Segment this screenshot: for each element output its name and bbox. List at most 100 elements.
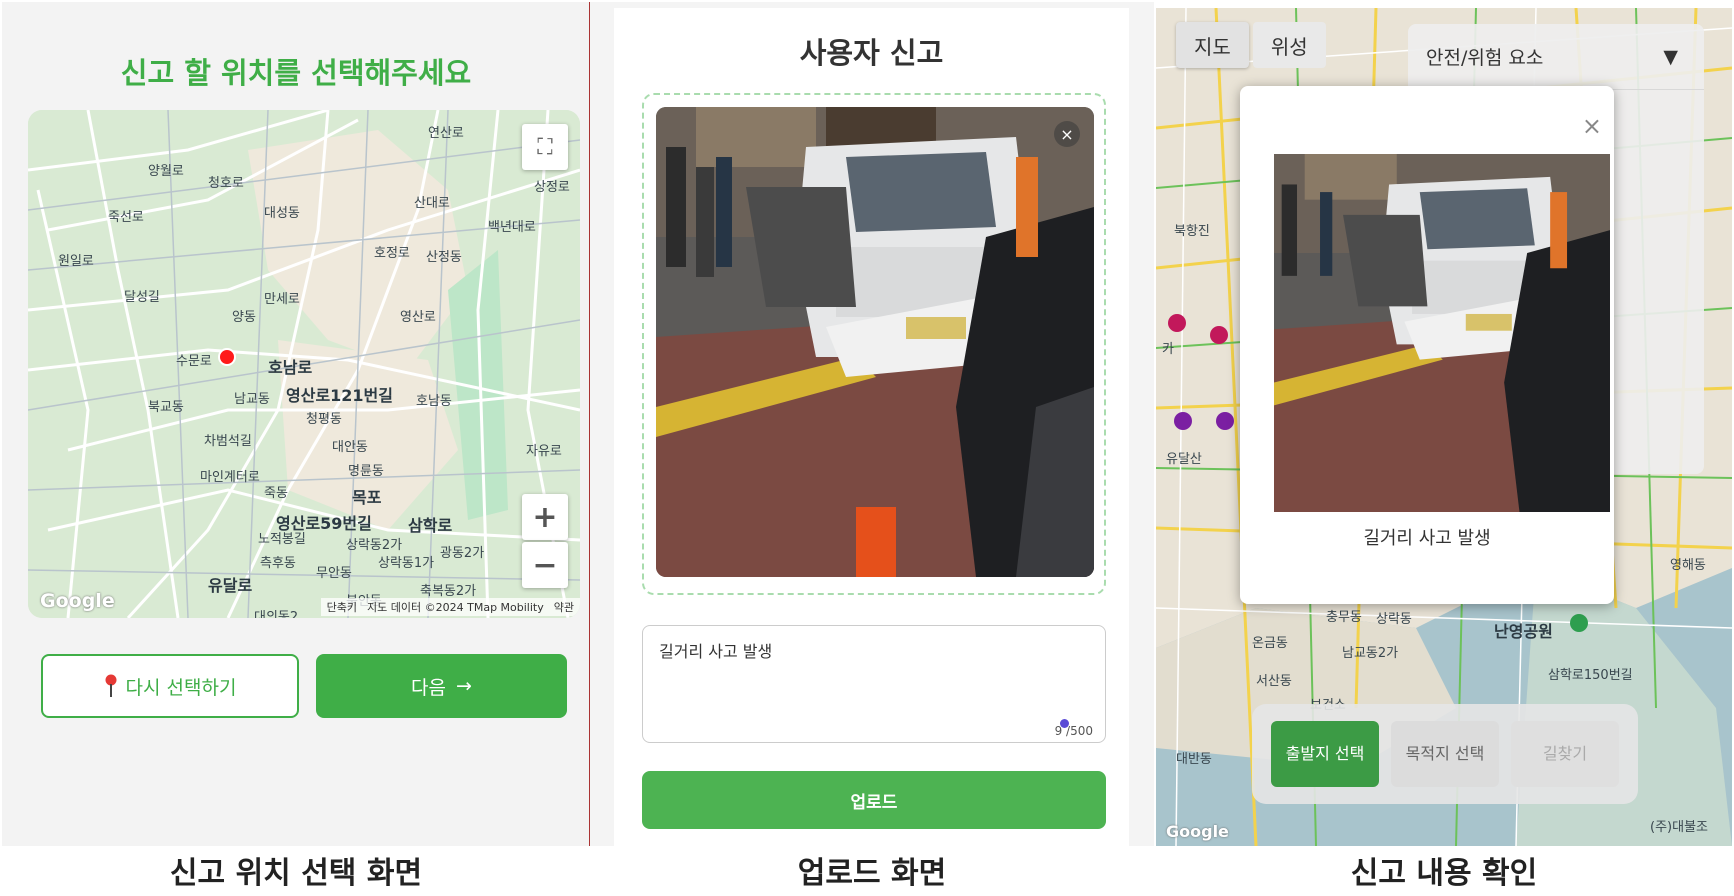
map-label: 영해동 <box>1670 558 1706 573</box>
next-label: 다음 <box>411 676 447 699</box>
map-label: 차범석길 <box>204 434 252 449</box>
screenshot-collage: 신고 할 위치를 선택해주세요 양월로 청호로 죽선로 대성동 연산로 산대로 … <box>0 0 1734 896</box>
caption-location-select: 신고 위치 선택 화면 <box>169 856 423 891</box>
map-data-text: 지도 데이터 ©2024 TMap Mobility <box>367 601 544 614</box>
map-label: 대반동 <box>1176 752 1212 767</box>
zoom-out-button[interactable]: − <box>522 542 568 588</box>
upload-button[interactable]: 업로드 <box>642 771 1106 829</box>
map-poi-marker[interactable] <box>1168 314 1186 332</box>
next-button[interactable]: 다음 → <box>316 654 567 718</box>
map-label: 목포 <box>352 488 382 507</box>
minus-icon: − <box>532 547 558 583</box>
map-label: 호남로 <box>268 358 313 377</box>
map-label: 남교동2가 <box>1342 646 1399 661</box>
map-label: 명륜동 <box>348 464 384 479</box>
map-label: 산정동 <box>426 250 462 265</box>
shortcuts-link[interactable]: 단축키 <box>327 599 357 615</box>
map-label: 노적봉길 <box>258 532 306 547</box>
map-label: 유달산 <box>1166 452 1202 467</box>
category-select[interactable]: 안전/위험 요소 ▼ <box>1408 24 1704 90</box>
description-textarea[interactable]: 길거리 사고 발생 9 /500 <box>642 625 1106 743</box>
map-label: 백년대로 <box>488 220 536 235</box>
report-photo <box>1274 154 1610 512</box>
map-label: 상락동1가 <box>378 556 435 571</box>
map-label: 삼학로 <box>408 516 453 535</box>
map-label: 대안동 <box>332 440 368 455</box>
map-label: 상락동2가 <box>346 538 403 553</box>
fullscreen-button[interactable]: ⛶ <box>522 124 568 170</box>
map-poi-marker[interactable] <box>1216 412 1234 430</box>
map-label: 호남동 <box>416 394 452 409</box>
map-label: 측후동 <box>260 556 296 571</box>
map-attribution: 단축키 지도 데이터 ©2024 TMap Mobility 약관 <box>320 598 580 616</box>
plus-icon: + <box>532 499 558 535</box>
map-label: 카 <box>1162 342 1174 357</box>
map-label: 북교동 <box>148 400 184 415</box>
report-confirm-screen: 북항진 카 온금동 서산동 대반동 충무동 유달산 남교동2가 보건소 상락동 … <box>1156 8 1732 846</box>
char-counter: 9 /500 <box>1054 724 1093 738</box>
map-label: 대성동 <box>264 206 300 221</box>
map-label: 온금동 <box>1252 636 1288 651</box>
report-detail-modal: × 길거리 사고 발생 <box>1240 86 1614 604</box>
image-dropzone[interactable]: × <box>642 93 1106 595</box>
map-label: 자유로 <box>526 444 562 459</box>
map-poi-marker[interactable] <box>1174 412 1192 430</box>
map-label: 영산로121번길 <box>286 386 393 405</box>
map-label: 삼학로150번길 <box>1548 668 1633 683</box>
map-label: 호정로 <box>374 246 410 261</box>
map-label: 수문로 <box>176 354 212 369</box>
map-label: 무안동 <box>316 566 352 581</box>
caption-upload: 업로드 화면 <box>797 856 947 891</box>
selected-location-marker[interactable] <box>218 348 236 366</box>
map-label: 서산동 <box>1256 674 1292 689</box>
reselect-button[interactable]: 다시 선택하기 <box>41 654 299 718</box>
description-text: 길거리 사고 발생 <box>659 642 773 661</box>
map-label: 달성길 <box>124 290 160 305</box>
terms-link[interactable]: 약관 <box>554 599 574 615</box>
accident-photo: × <box>656 107 1094 577</box>
caption-report-confirm: 신고 내용 확인 <box>1350 856 1538 891</box>
page-title: 사용자 신고 <box>799 36 944 70</box>
park-poi-marker[interactable] <box>1570 614 1588 632</box>
close-icon[interactable]: × <box>1582 112 1602 140</box>
fullscreen-icon: ⛶ <box>537 134 553 160</box>
map-label: 연산로 <box>428 126 464 141</box>
tab-satellite[interactable]: 위성 <box>1252 22 1326 68</box>
map-label: 상정로 <box>534 180 570 195</box>
dropdown-arrow-icon: ▼ <box>1663 45 1678 68</box>
select-origin-button[interactable]: 출발지 선택 <box>1271 721 1379 787</box>
map-label: 남교동 <box>234 392 270 407</box>
close-icon: × <box>1060 124 1074 144</box>
map-label: 난영공원 <box>1494 622 1553 641</box>
upload-label: 업로드 <box>850 792 898 813</box>
accident-photo-image <box>656 107 1094 577</box>
map-label: 광동2가 <box>440 546 485 561</box>
remove-image-button[interactable]: × <box>1054 121 1080 147</box>
map-label: 청평동 <box>306 412 342 427</box>
report-form-card: 사용자 신고 × 길거리 사고 발생 9 /500 업로드 <box>614 8 1129 846</box>
map-poi-marker[interactable] <box>1210 326 1228 344</box>
map-label: 마인계터로 <box>200 470 260 485</box>
map-label: 북항진 <box>1174 224 1210 239</box>
map-label: 원일로 <box>58 254 94 269</box>
page-title: 신고 할 위치를 선택해주세요 <box>120 56 472 90</box>
category-select-value: 안전/위험 요소 <box>1426 47 1544 69</box>
map-label: 청호로 <box>208 176 244 191</box>
route-action-bar: 출발지 선택 목적지 선택 길찾기 <box>1252 704 1638 804</box>
map-type-tabs: 지도 위성 <box>1176 22 1326 68</box>
map-label: 죽선로 <box>108 210 144 225</box>
location-map[interactable]: 양월로 청호로 죽선로 대성동 연산로 산대로 상정로 백년대로 호정로 산정동… <box>28 110 580 618</box>
location-select-screen: 신고 할 위치를 선택해주세요 양월로 청호로 죽선로 대성동 연산로 산대로 … <box>2 2 590 846</box>
map-label: 대의동2 <box>254 610 299 618</box>
find-route-button[interactable]: 길찾기 <box>1511 721 1619 787</box>
arrow-right-icon: → <box>456 675 472 697</box>
map-label: 산대로 <box>414 196 450 211</box>
zoom-in-button[interactable]: + <box>522 494 568 540</box>
map-label: (주)대불조 <box>1650 820 1708 835</box>
report-description: 길거리 사고 발생 <box>1363 528 1491 549</box>
map-label: 충무동 <box>1326 610 1362 625</box>
map-label: 영산로 <box>400 310 436 325</box>
tab-map[interactable]: 지도 <box>1176 22 1249 68</box>
select-destination-button[interactable]: 목적지 선택 <box>1391 721 1499 787</box>
upload-screen: 사용자 신고 × 길거리 사고 발생 9 /500 업로드 <box>590 2 1154 846</box>
